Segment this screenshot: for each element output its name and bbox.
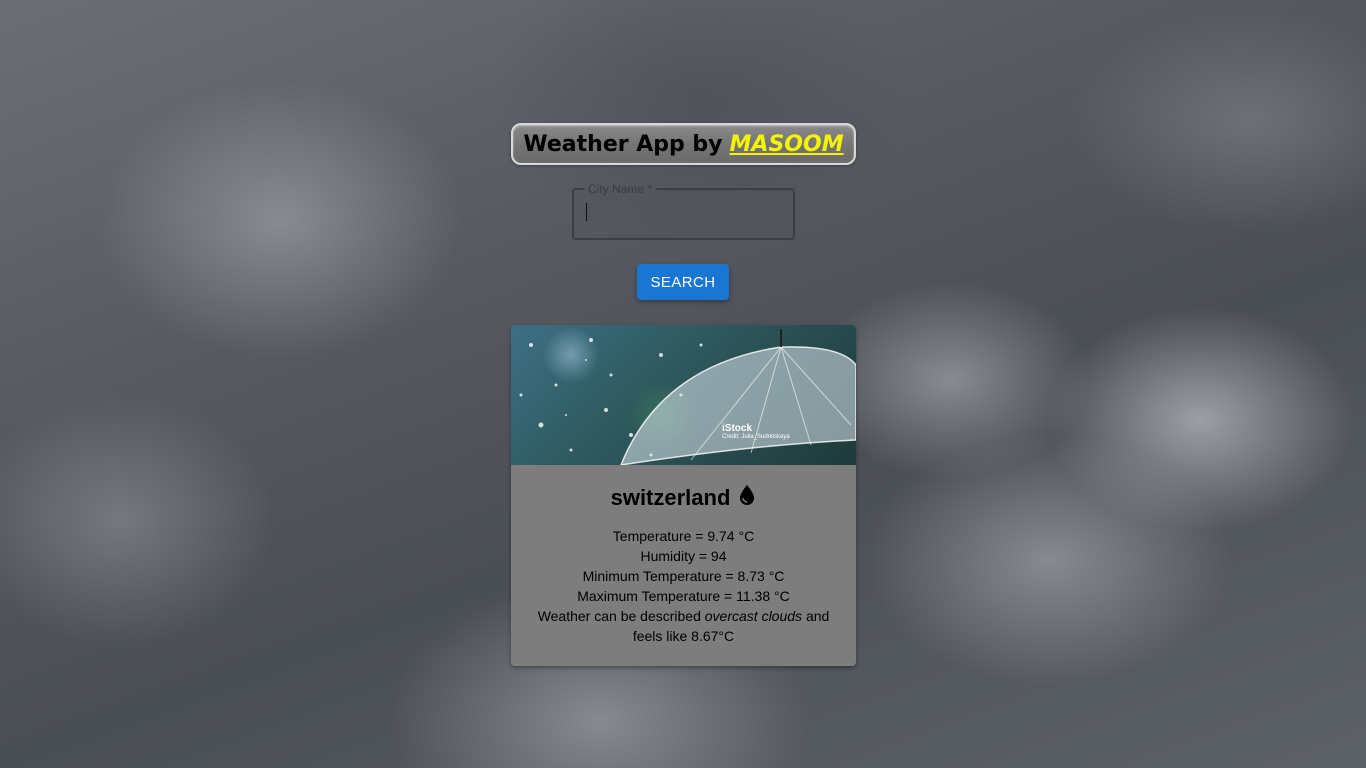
- humidity-text: Humidity = 94: [640, 548, 727, 564]
- weather-image: iStock Credit: Julia_Sudnitskaya: [511, 325, 856, 465]
- description-prefix: Weather can be described: [537, 608, 701, 624]
- watermark-credit: Credit: Julia_Sudnitskaya: [722, 434, 790, 440]
- text-cursor: [586, 203, 587, 221]
- weather-card: iStock Credit: Julia_Sudnitskaya switzer…: [511, 325, 856, 666]
- weather-details: switzerland Temperature = 9.74 °C Humidi…: [511, 484, 856, 646]
- water-drop-icon: [738, 484, 756, 512]
- city-heading: switzerland: [511, 484, 856, 512]
- description-condition: overcast clouds: [704, 608, 803, 624]
- city-name-field[interactable]: City Name *: [572, 183, 795, 240]
- app-title-prefix: Weather App by: [523, 131, 723, 157]
- watermark-brand: iStock: [722, 423, 753, 434]
- weather-description: Weather can be described overcast clouds…: [529, 606, 838, 646]
- temperature-text: Temperature = 9.74 °C: [612, 528, 755, 544]
- city-name: switzerland: [610, 485, 731, 510]
- author-link[interactable]: MASOOM: [730, 132, 844, 157]
- app-title: Weather App by MASOOM: [511, 123, 856, 165]
- min-temperature-text: Minimum Temperature = 8.73 °C: [582, 568, 785, 584]
- max-temperature-text: Maximum Temperature = 11.38 °C: [577, 588, 790, 604]
- city-name-label: City Name *: [588, 182, 653, 196]
- weather-stats: Temperature = 9.74 °C Humidity = 94 Mini…: [511, 526, 856, 646]
- umbrella-image: [519, 329, 856, 465]
- search-button[interactable]: SEARCH: [637, 264, 729, 300]
- city-name-outline: City Name *: [572, 183, 795, 240]
- image-watermark: iStock Credit: Julia_Sudnitskaya: [722, 423, 790, 441]
